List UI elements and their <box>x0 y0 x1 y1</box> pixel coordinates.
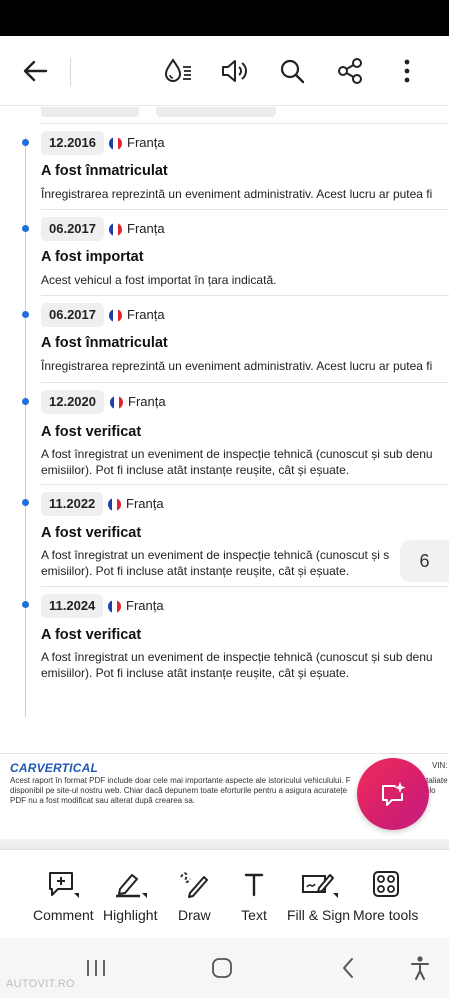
back-arrow-icon[interactable] <box>16 52 54 90</box>
event-date-chip: 11.2024 <box>41 594 104 618</box>
event-title: A fost verificat <box>41 525 142 541</box>
event-description-line2: emisiilor). Pot fi incluse atât instanțe… <box>41 666 350 680</box>
event-country: Franța <box>110 390 166 414</box>
previous-chip-stub <box>156 107 276 117</box>
recent-apps-icon[interactable] <box>82 954 110 982</box>
timeline-dot <box>22 139 29 146</box>
event-country: Franța <box>108 492 164 516</box>
event-divider <box>41 586 449 587</box>
event-title: A fost verificat <box>41 424 142 440</box>
event-country: Franța <box>109 131 165 155</box>
liquid-mode-icon[interactable] <box>159 52 197 90</box>
accessibility-icon[interactable] <box>406 954 434 982</box>
event-date-chip: 12.2016 <box>41 131 104 155</box>
tool-label: Comment <box>33 907 94 923</box>
brand-logo: CARVERTICAL <box>10 761 98 775</box>
read-aloud-icon[interactable] <box>216 52 254 90</box>
tool-highlight[interactable]: Highlight <box>103 868 157 923</box>
tool-label: Text <box>241 907 267 923</box>
event-divider <box>41 484 449 485</box>
home-icon[interactable] <box>208 954 236 982</box>
france-flag-icon <box>109 136 122 150</box>
pdf-document-view[interactable]: 12.2016 Franța A fost înmatriculat Înreg… <box>0 107 449 849</box>
comment-icon <box>46 868 80 900</box>
back-icon[interactable] <box>334 954 362 982</box>
share-icon[interactable] <box>331 52 369 90</box>
event-country-label: Franța <box>127 307 165 322</box>
event-description: Înregistrarea reprezintă un eveniment ad… <box>41 187 433 201</box>
event-date-chip: 11.2022 <box>41 492 104 516</box>
tool-comment[interactable]: Comment <box>33 868 94 923</box>
previous-chip-stub <box>41 107 139 117</box>
page-edge <box>0 839 449 849</box>
timeline-dot <box>22 398 29 405</box>
timeline-dot <box>22 311 29 318</box>
fill-sign-icon <box>299 868 339 900</box>
france-flag-icon <box>109 222 122 236</box>
ai-chat-sparkle-icon <box>382 782 406 806</box>
event-description-line2: emisiilor). Pot fi incluse atât instanțe… <box>41 564 350 578</box>
event-description: Acest vehicul a fost importat în țara in… <box>41 273 277 287</box>
event-country-label: Franța <box>128 394 166 409</box>
more-tools-icon <box>371 868 401 900</box>
event-country: Franța <box>108 594 164 618</box>
bottom-tools-bar: Comment Highlight Draw Text Fill & Sign … <box>0 849 449 938</box>
france-flag-icon <box>110 395 123 409</box>
tool-label: More tools <box>353 907 419 923</box>
france-flag-icon <box>108 599 121 613</box>
tool-more-tools[interactable]: More tools <box>353 868 418 923</box>
tool-fill-sign[interactable]: Fill & Sign <box>287 868 350 923</box>
more-vertical-icon[interactable] <box>388 52 426 90</box>
event-date-chip: 06.2017 <box>41 303 104 327</box>
timeline-dot <box>22 225 29 232</box>
timeline-dot <box>22 601 29 608</box>
tool-label: Fill & Sign <box>287 907 351 923</box>
search-icon[interactable] <box>273 52 311 90</box>
draw-icon <box>178 868 210 900</box>
event-title: A fost înmatriculat <box>41 163 168 179</box>
event-date-chip: 12.2020 <box>41 390 104 414</box>
ai-assistant-button[interactable] <box>357 758 429 830</box>
event-description-line2: emisiilor). Pot fi incluse atât instanțe… <box>41 463 350 477</box>
event-divider <box>41 382 449 383</box>
vin-label: VIN: <box>432 761 448 770</box>
event-description: Înregistrarea reprezintă un eveniment ad… <box>41 359 433 373</box>
event-divider <box>41 209 449 210</box>
status-bar <box>0 0 449 36</box>
event-country: Franța <box>109 217 165 241</box>
tool-label: Draw <box>178 907 211 923</box>
event-country-label: Franța <box>126 598 164 613</box>
event-country: Franța <box>109 303 165 327</box>
highlight-icon <box>112 868 148 900</box>
event-title: A fost înmatriculat <box>41 335 168 351</box>
event-description: A fost înregistrat un eveniment de inspe… <box>41 650 433 664</box>
event-divider <box>41 123 449 124</box>
event-country-label: Franța <box>126 496 164 511</box>
tool-label: Highlight <box>103 907 158 923</box>
france-flag-icon <box>109 308 122 322</box>
timeline-dot <box>22 499 29 506</box>
event-date-chip: 06.2017 <box>41 217 104 241</box>
event-country-label: Franța <box>127 135 165 150</box>
tool-draw[interactable]: Draw <box>178 868 211 923</box>
watermark: AUTOVIT.RO <box>6 978 75 990</box>
footer-divider <box>0 753 449 754</box>
event-title: A fost importat <box>41 249 144 265</box>
event-divider <box>41 295 449 296</box>
event-country-label: Franța <box>127 221 165 236</box>
tool-text[interactable]: Text <box>241 868 267 923</box>
toolbar-divider <box>70 58 71 86</box>
event-description: A fost înregistrat un eveniment de inspe… <box>41 447 433 461</box>
event-description: A fost înregistrat un eveniment de inspe… <box>41 548 390 562</box>
timeline-line <box>25 137 26 717</box>
event-title: A fost verificat <box>41 627 142 643</box>
text-icon <box>241 868 267 900</box>
france-flag-icon <box>108 497 121 511</box>
top-toolbar <box>0 36 449 106</box>
page-number-indicator[interactable]: 6 <box>400 540 449 582</box>
